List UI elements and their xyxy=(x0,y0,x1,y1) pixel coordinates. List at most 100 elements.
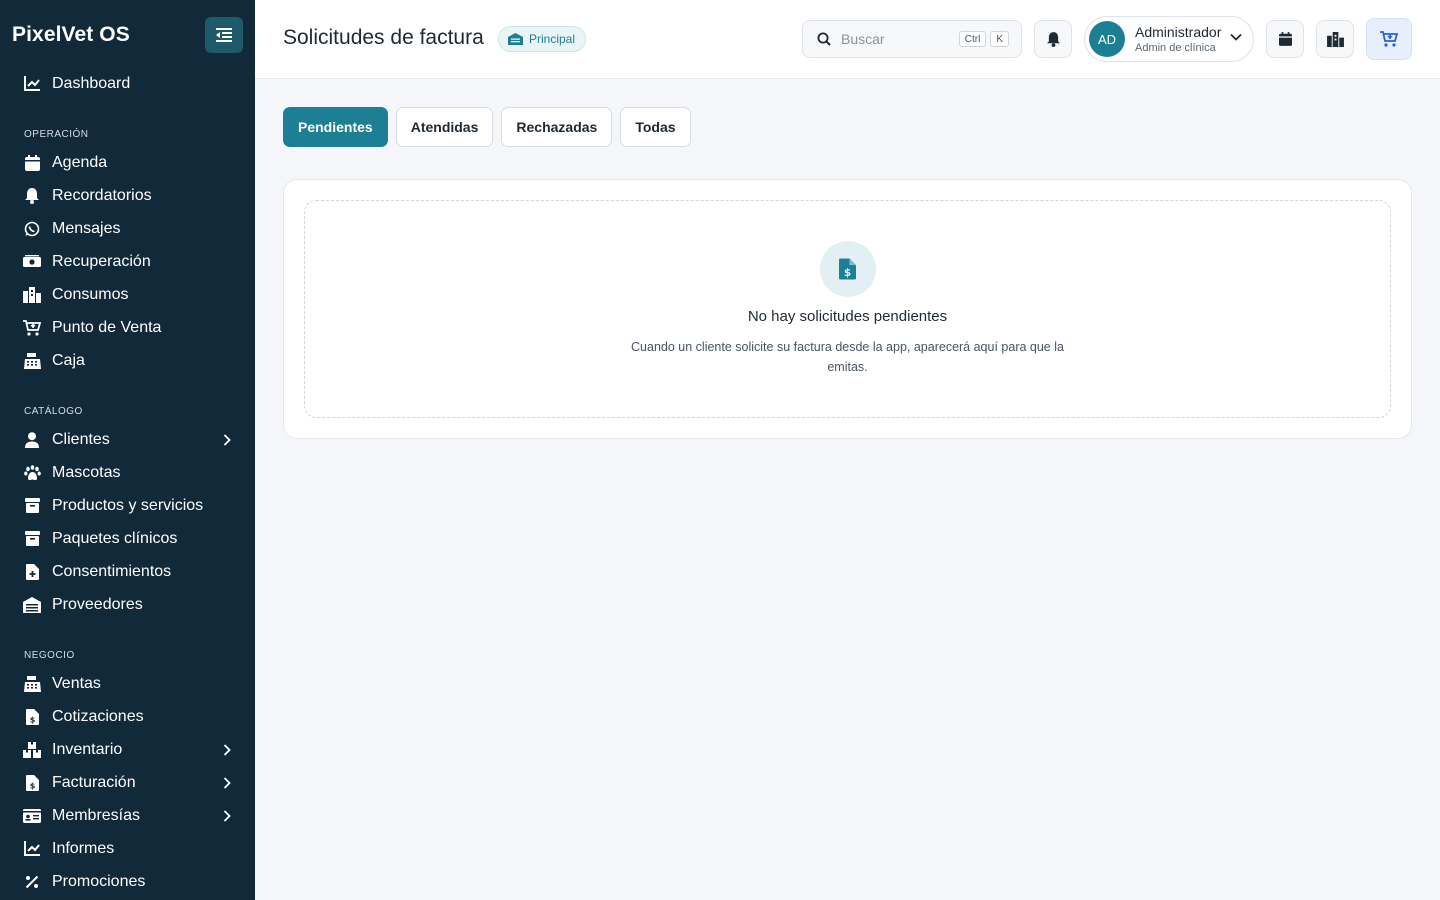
chart-line-icon xyxy=(23,75,41,93)
calendar-icon xyxy=(1278,32,1292,46)
branch-badge[interactable]: Principal xyxy=(498,26,587,52)
search-shortcut: Ctrl K xyxy=(955,31,1009,47)
shortcut-key-ctrl: Ctrl xyxy=(958,31,987,47)
page-title: Solicitudes de factura xyxy=(283,26,484,49)
user-menu[interactable]: AD Administrador Admin de clínica xyxy=(1084,16,1254,62)
user-icon xyxy=(23,431,41,449)
sidebar-item-productos[interactable]: Productos y servicios xyxy=(0,489,255,522)
search-input[interactable] xyxy=(841,31,951,47)
sidebar-item-recordatorios[interactable]: Recordatorios xyxy=(0,179,255,212)
file-medical-icon xyxy=(23,563,41,581)
empty-state-icon-wrap: $ xyxy=(819,241,876,297)
calendar-button[interactable] xyxy=(1266,20,1304,58)
money-bill-icon xyxy=(23,253,41,271)
point-of-sale-button[interactable] xyxy=(1366,18,1412,60)
sidebar-item-label: Punto de Venta xyxy=(52,318,162,336)
sidebar-item-label: Consumos xyxy=(52,285,129,303)
file-invoice-dollar-icon: $ xyxy=(23,774,41,792)
sidebar-item-label: Facturación xyxy=(52,773,136,791)
collapse-sidebar-button[interactable] xyxy=(205,17,243,53)
tab-atendidas[interactable]: Atendidas xyxy=(395,107,494,147)
sidebar-item-label: Mascotas xyxy=(52,463,121,481)
svg-text:$: $ xyxy=(29,781,35,790)
sidebar-item-facturacion[interactable]: $ Facturación xyxy=(0,766,255,799)
sidebar-item-promociones[interactable]: Promociones xyxy=(0,865,255,898)
requests-card: $ No hay solicitudes pendientes Cuando u… xyxy=(283,179,1412,439)
sidebar-item-punto-de-venta[interactable]: Punto de Venta xyxy=(0,311,255,344)
sidebar-item-consentimientos[interactable]: Consentimientos xyxy=(0,555,255,588)
briefcase-icon xyxy=(23,530,41,548)
sidebar-item-dashboard[interactable]: Dashboard xyxy=(0,67,255,100)
sidebar-item-label: Consentimientos xyxy=(52,562,172,580)
notifications-button[interactable] xyxy=(1034,20,1072,58)
cart-plus-icon xyxy=(1380,31,1398,47)
user-name: Administrador xyxy=(1135,23,1222,40)
box-icon xyxy=(23,497,41,515)
warehouse-button[interactable] xyxy=(1316,20,1354,58)
sidebar-item-informes[interactable]: Informes xyxy=(0,832,255,865)
chevron-right-icon xyxy=(221,776,233,789)
warehouse-icon xyxy=(23,286,41,304)
building-icon xyxy=(23,596,41,614)
sidebar-item-label: Membresías xyxy=(52,806,141,824)
sidebar-item-ventas[interactable]: Ventas xyxy=(0,667,255,700)
file-invoice-dollar-icon: $ xyxy=(23,708,41,726)
sidebar-item-label: Productos y servicios xyxy=(52,496,204,514)
avatar: AD xyxy=(1089,21,1125,57)
warehouse-icon xyxy=(1326,31,1344,47)
sidebar-item-label: Ventas xyxy=(52,674,101,692)
empty-state-title: No hay solicitudes pendientes xyxy=(747,308,948,325)
sidebar-item-label: Promociones xyxy=(52,872,146,890)
sidebar-item-membresias[interactable]: Membresías xyxy=(0,799,255,832)
indent-icon xyxy=(216,28,232,42)
brand-logo[interactable]: PixelVet OS xyxy=(12,23,130,47)
branch-label: Principal xyxy=(529,32,576,46)
sidebar-item-label: Informes xyxy=(52,839,115,857)
sidebar-item-mascotas[interactable]: Mascotas xyxy=(0,456,255,489)
sidebar-item-caja[interactable]: Caja xyxy=(0,344,255,377)
section-label-operacion: OPERACIÓN xyxy=(24,129,89,140)
boxes-icon xyxy=(23,741,41,759)
sidebar-item-label: Inventario xyxy=(52,740,123,758)
sidebar-item-proveedores[interactable]: Proveedores xyxy=(0,588,255,621)
sidebar-item-recuperacion[interactable]: Recuperación xyxy=(0,245,255,278)
search-icon xyxy=(817,32,831,46)
sidebar-item-clientes[interactable]: Clientes xyxy=(0,423,255,456)
sidebar-item-consumos[interactable]: Consumos xyxy=(0,278,255,311)
chart-line-icon xyxy=(23,840,41,858)
percent-icon xyxy=(23,873,41,891)
chevron-right-icon xyxy=(221,809,233,822)
shortcut-key-k: K xyxy=(990,31,1009,47)
sidebar: PixelVet OS Dashboard OPERACIÓN Agenda R… xyxy=(0,0,255,900)
topbar: Solicitudes de factura Principal Ctrl K … xyxy=(255,0,1440,79)
cash-register-icon xyxy=(23,675,41,693)
sidebar-item-inventario[interactable]: Inventario xyxy=(0,733,255,766)
sidebar-item-mensajes[interactable]: Mensajes xyxy=(0,212,255,245)
sidebar-item-paquetes-clinicos[interactable]: Paquetes clínicos xyxy=(0,522,255,555)
chevron-right-icon xyxy=(221,743,233,756)
section-label-negocio: NEGOCIO xyxy=(24,650,75,661)
calendar-icon xyxy=(23,154,41,172)
sidebar-item-label: Recuperación xyxy=(52,252,151,270)
file-invoice-dollar-icon: $ xyxy=(839,258,856,280)
tab-rechazadas[interactable]: Rechazadas xyxy=(501,107,613,147)
sidebar-item-cotizaciones[interactable]: $ Cotizaciones xyxy=(0,700,255,733)
search-box[interactable]: Ctrl K xyxy=(802,20,1022,58)
sidebar-item-label: Clientes xyxy=(52,430,110,448)
sidebar-item-label: Paquetes clínicos xyxy=(52,529,178,547)
sidebar-item-label: Caja xyxy=(52,351,85,369)
sidebar-item-label: Cotizaciones xyxy=(52,707,144,725)
section-label-catalogo: CATÁLOGO xyxy=(24,406,83,417)
cart-plus-icon xyxy=(23,319,41,337)
warehouse-icon xyxy=(508,33,523,45)
tab-pendientes[interactable]: Pendientes xyxy=(283,107,388,147)
tab-todas[interactable]: Todas xyxy=(620,107,691,147)
cash-register-icon xyxy=(23,352,41,370)
sidebar-item-label: Dashboard xyxy=(52,74,131,92)
paw-icon xyxy=(23,464,41,482)
sidebar-item-agenda[interactable]: Agenda xyxy=(0,146,255,179)
sidebar-item-label: Mensajes xyxy=(52,219,121,237)
user-role: Admin de clínica xyxy=(1135,41,1216,54)
chevron-right-icon xyxy=(221,433,233,446)
sidebar-item-label: Recordatorios xyxy=(52,186,152,204)
